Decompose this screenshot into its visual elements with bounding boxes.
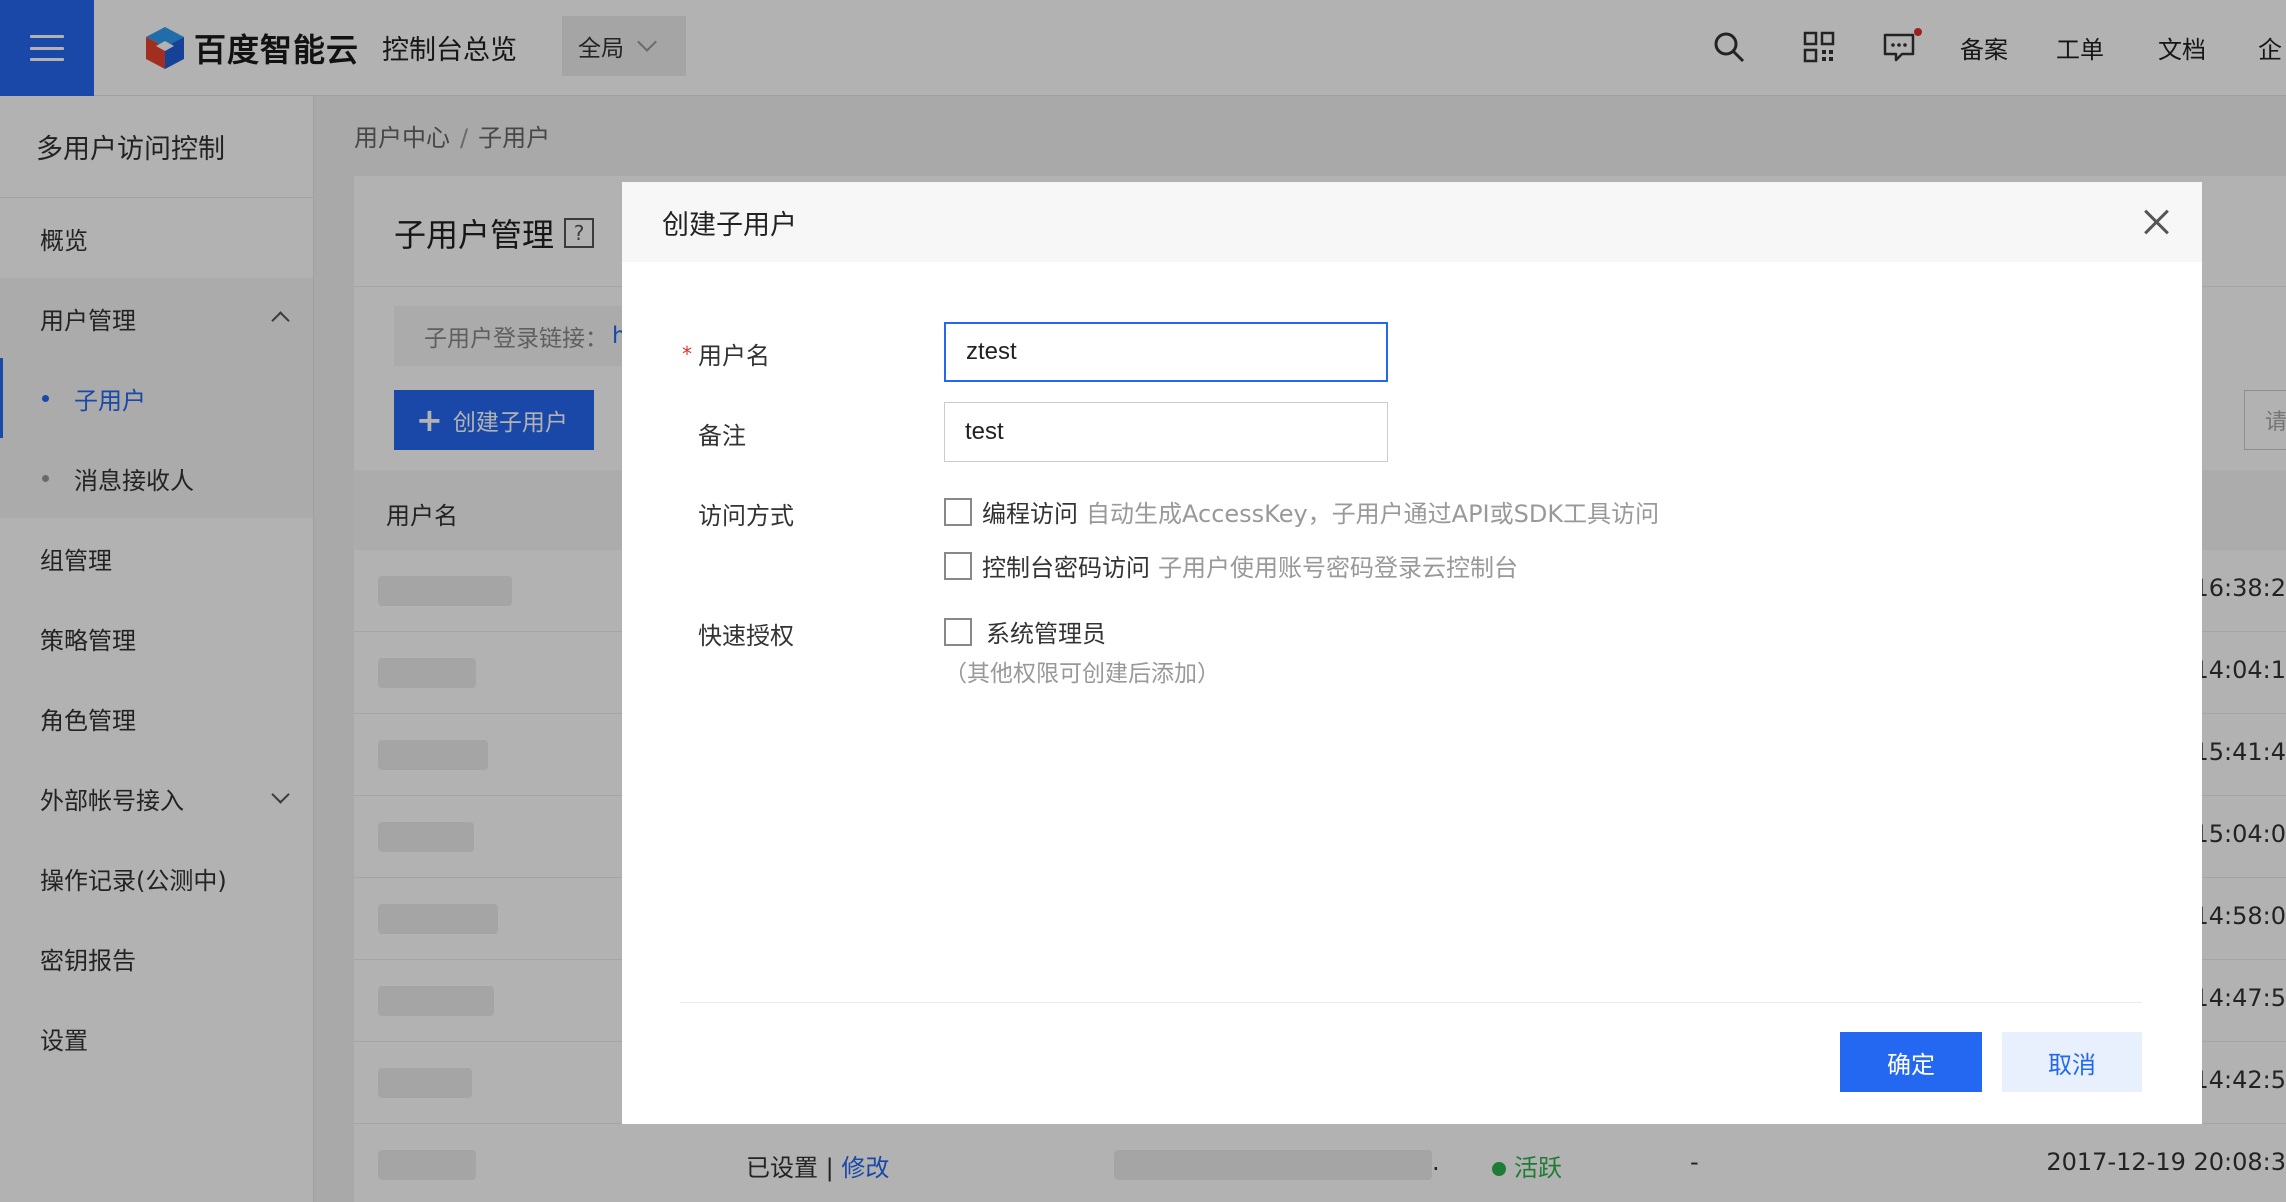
sys-admin-option[interactable]: 系统管理员	[944, 614, 1106, 649]
remark-label: 备注	[698, 422, 746, 450]
required-mark: *	[682, 342, 692, 366]
close-icon[interactable]	[2138, 204, 2174, 240]
create-sub-user-dialog: 创建子用户 *用户名 备注 访问方式 编程访问 自动生成AccessKey，子用…	[622, 182, 2202, 1124]
console-password-access-checkbox[interactable]	[944, 551, 972, 580]
confirm-button[interactable]: 确定	[1840, 1032, 1982, 1092]
access-method-label: 访问方式	[698, 502, 794, 530]
console-password-access-hint: 子用户使用账号密码登录云控制台	[1158, 554, 1518, 582]
programmatic-access-hint: 自动生成AccessKey，子用户通过API或SDK工具访问	[1086, 500, 1660, 528]
username-label-text: 用户名	[698, 342, 770, 370]
programmatic-access-label: 编程访问	[982, 500, 1078, 528]
programmatic-access-checkbox[interactable]	[944, 497, 972, 526]
sys-admin-note: （其他权限可创建后添加）	[944, 661, 1220, 687]
username-input[interactable]	[944, 322, 1388, 382]
quick-auth-label: 快速授权	[698, 622, 794, 650]
dialog-header: 创建子用户	[622, 182, 2202, 262]
remark-input[interactable]	[944, 402, 1388, 462]
username-label: * 用户名	[682, 336, 770, 371]
dialog-title: 创建子用户	[662, 209, 797, 241]
sys-admin-label: 系统管理员	[986, 620, 1106, 648]
cancel-button[interactable]: 取消	[2002, 1032, 2142, 1092]
sys-admin-checkbox[interactable]	[944, 617, 972, 646]
programmatic-access-option[interactable]: 编程访问 自动生成AccessKey，子用户通过API或SDK工具访问	[944, 494, 1659, 529]
console-password-access-option[interactable]: 控制台密码访问 子用户使用账号密码登录云控制台	[944, 548, 1518, 583]
dialog-footer-divider	[680, 1002, 2142, 1003]
console-password-access-label: 控制台密码访问	[982, 554, 1150, 582]
